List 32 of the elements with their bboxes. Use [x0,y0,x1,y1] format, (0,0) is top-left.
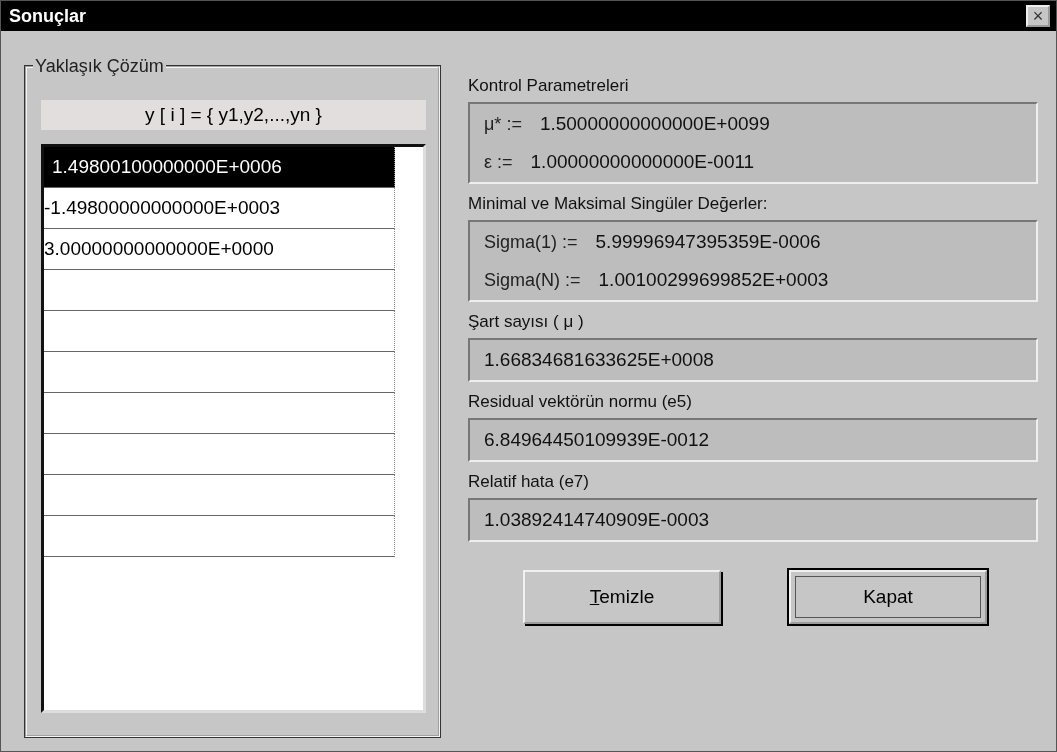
close-dialog-button[interactable]: Kapat [789,570,987,624]
window-title: Sonuçlar [9,5,87,27]
clear-button[interactable]: Temizle [523,570,721,624]
grid-cell[interactable]: 3.00000000000000E+0000 [44,229,395,270]
parameter-value: 6.84964450109939E-0012 [484,429,710,451]
group-title: Yaklaşık Çözüm [33,56,166,77]
parameter-value: 1.00000000000000E-0011 [530,151,755,173]
grid-cell[interactable]: -1.49800000000000E+0003 [44,188,395,229]
parameter-label: μ* := [484,113,522,135]
empty-grid-cell[interactable] [44,393,395,434]
empty-grid-cell[interactable] [44,352,395,393]
section-label: Residual vektörün normu (e5) [468,392,693,412]
empty-grid-cell[interactable] [44,434,395,475]
parameter-label: Sigma(N) := [484,269,581,291]
parameter-label: ε := [484,151,513,173]
section-label: Şart sayısı ( μ ) [468,312,585,332]
parameter-value: 1.00100299699852E+0003 [598,269,829,291]
parameter-label: Sigma(1) := [484,231,578,253]
empty-grid-cell[interactable] [44,311,395,352]
empty-grid-cell[interactable] [44,516,395,557]
section-label: Kontrol Parametreleri [468,76,630,96]
parameter-value: 5.99996947395359E-0006 [595,231,821,253]
parameter-value: 1.50000000000000E+0099 [539,113,770,135]
section-label: Minimal ve Maksimal Singüler Değerler: [468,194,769,214]
parameter-value: 1.66834681633625E+0008 [484,349,714,371]
section-label: Relatif hata (e7) [468,472,590,492]
parameter-value: 1.03892414740909E-0003 [484,509,710,531]
close-button[interactable]: × [1026,5,1050,27]
column-header: y [ i ] = { y1,y2,...,yn } [41,100,426,130]
empty-grid-cell[interactable] [44,270,395,311]
empty-grid-cell[interactable] [44,475,395,516]
grid-cell[interactable]: 1.49800100000000E+0006 [44,147,395,188]
